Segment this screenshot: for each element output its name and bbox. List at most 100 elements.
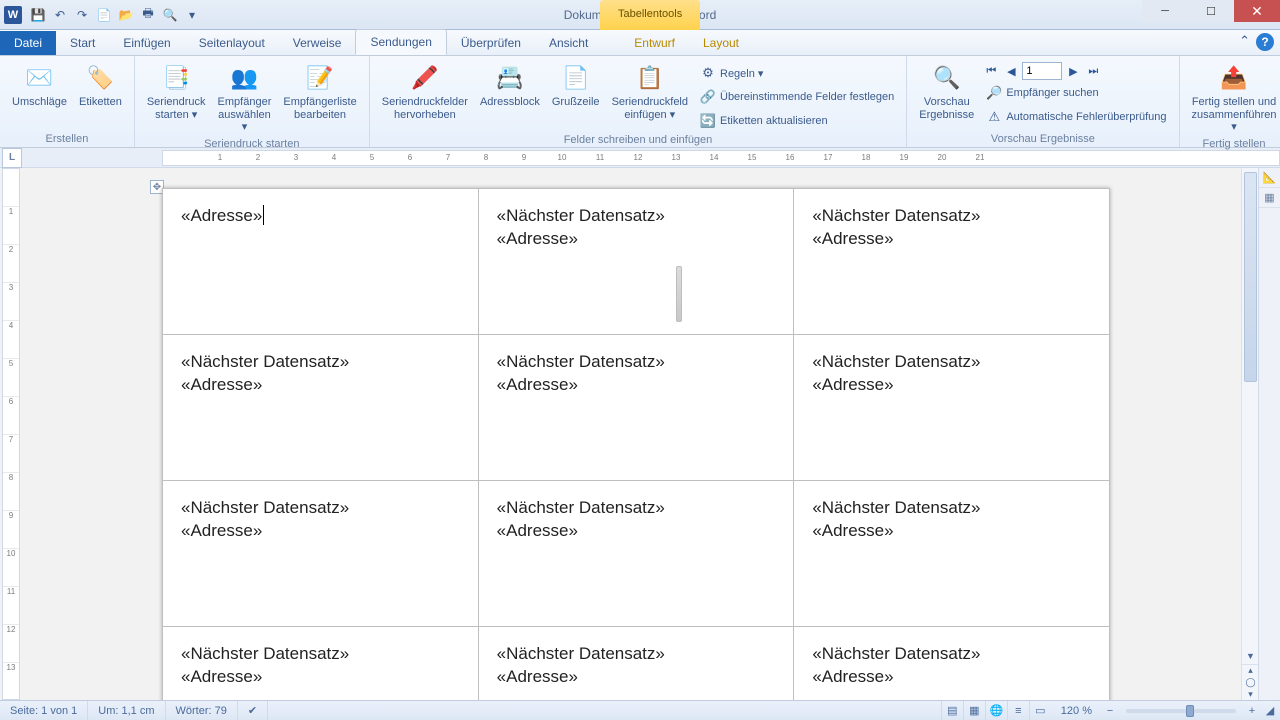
tab-layout[interactable]: Layout — [689, 31, 753, 55]
tab-ansicht[interactable]: Ansicht — [535, 31, 602, 55]
minimize-ribbon-icon[interactable]: ⌃ — [1239, 33, 1250, 51]
tab-start[interactable]: Start — [56, 31, 109, 55]
prev-page-button[interactable]: ▴ — [1242, 665, 1259, 677]
label-cell[interactable]: «Adresse» — [163, 189, 479, 335]
view-web[interactable]: 🌐 — [985, 701, 1007, 720]
qat-new[interactable]: 📄 — [94, 5, 114, 25]
status-proofing[interactable]: ✔ — [238, 701, 268, 720]
vorschau-ergebnisse-button[interactable]: 🔍Vorschau Ergebnisse — [915, 60, 978, 123]
minimize-button[interactable]: ─ — [1142, 0, 1188, 22]
address-field: «Adresse» — [497, 666, 776, 689]
status-page[interactable]: Seite: 1 von 1 — [0, 701, 88, 720]
status-position[interactable]: Um: 1,1 cm — [88, 701, 165, 720]
label-cell[interactable]: «Nächster Datensatz»«Adresse» — [478, 627, 794, 701]
grusszeile-button[interactable]: 📄Grußzeile — [548, 60, 604, 111]
view-full-screen[interactable]: ▦ — [963, 701, 985, 720]
tab-ueberpruefen[interactable]: Überprüfen — [447, 31, 535, 55]
label-cell[interactable]: «Nächster Datensatz»«Adresse» — [794, 189, 1110, 335]
felder-hervorheben-button[interactable]: 🖍️Seriendruckfelder hervorheben — [378, 60, 472, 123]
empfaenger-auswaehlen-button[interactable]: 👥Empfänger auswählen ▾ — [214, 60, 276, 136]
tab-selector[interactable]: L — [2, 148, 22, 168]
maximize-button[interactable]: ☐ — [1188, 0, 1234, 22]
etiketten-button[interactable]: 🏷️Etiketten — [75, 60, 126, 111]
next-record-field: «Nächster Datensatz» — [812, 497, 1091, 520]
error-check-icon: ⚠ — [986, 109, 1002, 125]
tab-verweise[interactable]: Verweise — [279, 31, 356, 55]
group-label-starten: Seriendruck starten — [143, 136, 361, 150]
address-field: «Adresse» — [181, 205, 460, 228]
text-cursor — [263, 205, 264, 225]
qat-undo[interactable]: ↶ — [50, 5, 70, 25]
vertical-scrollbar[interactable]: ▲ ▼ ▴ ◯ ▾ — [1241, 168, 1258, 700]
qat-print[interactable]: 🖶 — [138, 5, 158, 25]
next-record-button[interactable]: ▶ — [1064, 62, 1082, 80]
label-cell[interactable]: «Nächster Datensatz»«Adresse» — [794, 627, 1110, 701]
qat-redo[interactable]: ↷ — [72, 5, 92, 25]
side-ruler-icon[interactable]: 📐 — [1259, 168, 1280, 188]
next-record-field: «Nächster Datensatz» — [181, 643, 460, 666]
side-panel: 📐 ▦ — [1258, 168, 1280, 700]
tab-einfuegen[interactable]: Einfügen — [109, 31, 184, 55]
labels-table: «Adresse»«Nächster Datensatz»«Adresse»«N… — [162, 188, 1110, 700]
app-icon: W — [4, 6, 22, 24]
label-cell[interactable]: «Nächster Datensatz»«Adresse» — [794, 335, 1110, 481]
seriendruck-starten-button[interactable]: 📑Seriendruck starten ▾ — [143, 60, 210, 123]
zoom-out-button[interactable]: − — [1102, 705, 1118, 717]
document-page[interactable]: «Adresse»«Nächster Datensatz»«Adresse»«N… — [162, 188, 1110, 700]
label-cell[interactable]: «Nächster Datensatz»«Adresse» — [163, 481, 479, 627]
qat-save[interactable]: 💾 — [28, 5, 48, 25]
next-record-field: «Nächster Datensatz» — [497, 497, 776, 520]
scroll-down-button[interactable]: ▼ — [1242, 647, 1259, 664]
zoom-in-button[interactable]: + — [1244, 705, 1260, 717]
scroll-thumb[interactable] — [1244, 172, 1257, 382]
horizontal-ruler[interactable]: 123456789101112131415161718192021 — [162, 150, 1280, 166]
next-record-field: «Nächster Datensatz» — [812, 205, 1091, 228]
ruler-row: L 123456789101112131415161718192021 — [0, 148, 1280, 168]
seriendruckfeld-einfuegen-button[interactable]: 📋Seriendruckfeld einfügen ▾ — [608, 60, 692, 123]
status-words[interactable]: Wörter: 79 — [166, 701, 238, 720]
qat-preview[interactable]: 🔍 — [160, 5, 180, 25]
window-controls: ─ ☐ ✕ — [1142, 0, 1280, 22]
first-record-button[interactable]: ⏮ — [982, 62, 1000, 80]
address-block-icon: 📇 — [494, 62, 526, 94]
adressblock-button[interactable]: 📇Adressblock — [476, 60, 544, 111]
insert-field-icon: 📋 — [634, 62, 666, 94]
zoom-slider[interactable] — [1126, 709, 1236, 713]
close-button[interactable]: ✕ — [1234, 0, 1280, 22]
umschlaege-button[interactable]: ✉️Umschläge — [8, 60, 71, 111]
zoom-level[interactable]: 120 % — [1051, 701, 1102, 720]
zoom-knob[interactable] — [1186, 705, 1194, 717]
label-cell[interactable]: «Nächster Datensatz»«Adresse» — [794, 481, 1110, 627]
view-draft[interactable]: ▭ — [1029, 701, 1051, 720]
browse-object-button[interactable]: ◯ — [1242, 677, 1259, 689]
tab-seitenlayout[interactable]: Seitenlayout — [185, 31, 279, 55]
label-cell[interactable]: «Nächster Datensatz»«Adresse» — [478, 481, 794, 627]
fertig-stellen-button[interactable]: 📤Fertig stellen und zusammenführen ▾ — [1188, 60, 1280, 136]
label-cell[interactable]: «Nächster Datensatz»«Adresse» — [478, 189, 794, 335]
view-print-layout[interactable]: ▤ — [941, 701, 963, 720]
qat-more[interactable]: ▾ — [182, 5, 202, 25]
help-icon[interactable]: ? — [1256, 33, 1274, 51]
prev-record-button[interactable]: ◀ — [1002, 62, 1020, 80]
felder-festlegen-button[interactable]: 🔗Übereinstimmende Felder festlegen — [696, 86, 898, 108]
side-panel-icon[interactable]: ▦ — [1259, 188, 1280, 208]
next-page-button[interactable]: ▾ — [1242, 688, 1259, 700]
label-cell[interactable]: «Nächster Datensatz»«Adresse» — [163, 335, 479, 481]
tab-sendungen[interactable]: Sendungen — [355, 29, 446, 55]
tab-file[interactable]: Datei — [0, 31, 56, 55]
record-number-input[interactable] — [1022, 62, 1062, 80]
fehlerpruefung-button[interactable]: ⚠Automatische Fehlerüberprüfung — [982, 106, 1170, 128]
vertical-ruler[interactable]: 12345678910111213 — [2, 168, 20, 700]
rules-icon: ⚙ — [700, 65, 716, 81]
last-record-button[interactable]: ⏭ — [1084, 62, 1102, 80]
empfaenger-suchen-button[interactable]: 🔎Empfänger suchen — [982, 82, 1170, 104]
regeln-button[interactable]: ⚙Regeln ▾ — [696, 62, 898, 84]
label-cell[interactable]: «Nächster Datensatz»«Adresse» — [163, 627, 479, 701]
qat-open[interactable]: 📂 — [116, 5, 136, 25]
tab-entwurf[interactable]: Entwurf — [620, 31, 689, 55]
view-outline[interactable]: ≡ — [1007, 701, 1029, 720]
label-cell[interactable]: «Nächster Datensatz»«Adresse» — [478, 335, 794, 481]
etiketten-aktualisieren-button[interactable]: 🔄Etiketten aktualisieren — [696, 110, 898, 132]
resize-grip[interactable]: ◢ — [1260, 704, 1280, 717]
empfaengerliste-bearbeiten-button[interactable]: 📝Empfängerliste bearbeiten — [279, 60, 360, 123]
